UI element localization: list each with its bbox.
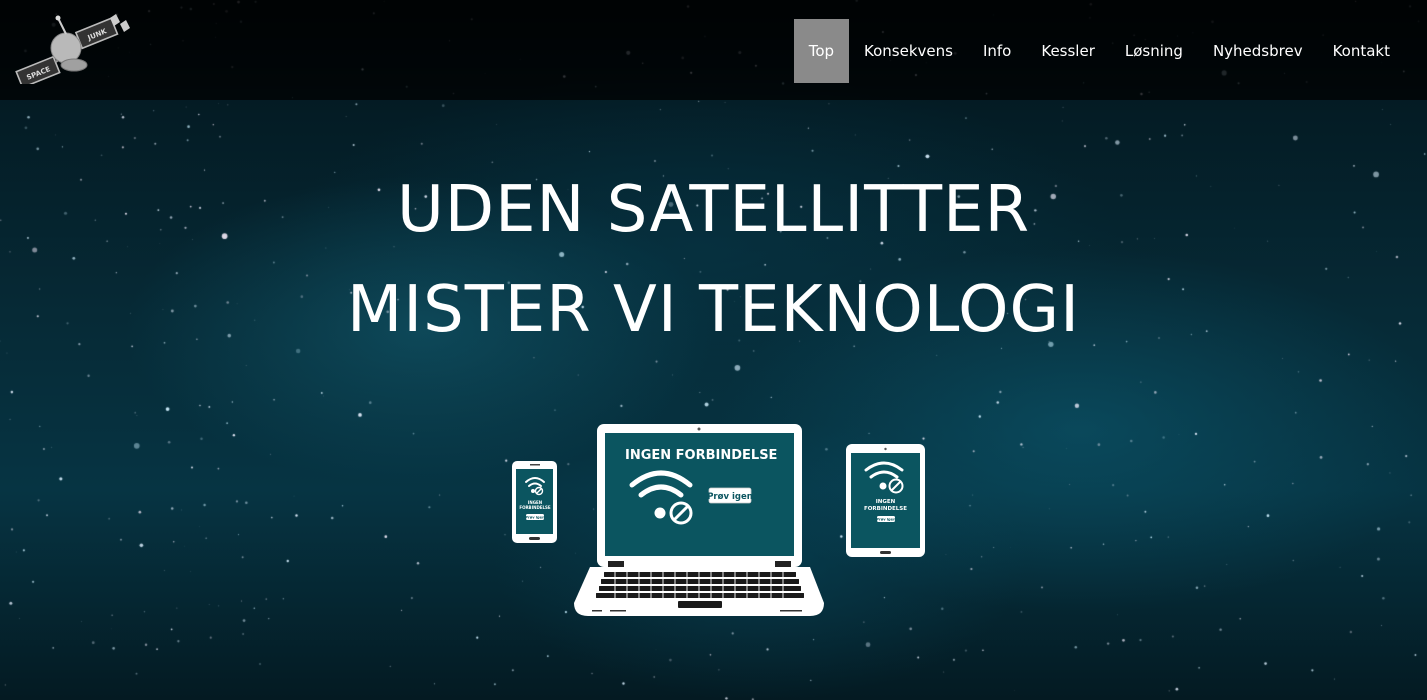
- nav-item-top[interactable]: Top: [793, 19, 850, 83]
- nav-item-konsekvens[interactable]: Konsekvens: [849, 19, 968, 83]
- phone-message-line2: FORBINDELSE: [519, 505, 551, 510]
- nav-item-kessler[interactable]: Kessler: [1026, 19, 1110, 83]
- top-navigation-bar: SPACE JUNK Top Konsekvens Info Kessler L…: [0, 0, 1427, 100]
- nav-item-info[interactable]: Info: [968, 19, 1026, 83]
- headline-line-2: MISTER VI TEKNOLOGI: [346, 273, 1081, 347]
- hero-section: UDEN SATELLITTER MISTER VI TEKNOLOGI ING…: [0, 0, 1427, 700]
- phone-device: INGEN FORBINDELSE Prøv igen: [512, 461, 557, 543]
- space-junk-logo[interactable]: SPACE JUNK: [6, 12, 134, 84]
- devices-illustration: INGEN FORBINDELSE Prøv igen INGEN FORBIN…: [512, 424, 925, 616]
- phone-retry-button[interactable]: Prøv igen: [525, 516, 545, 520]
- laptop-retry-button[interactable]: Prøv igen: [707, 492, 753, 502]
- laptop-device: INGEN FORBINDELSE Prøv igen: [574, 424, 824, 616]
- main-nav: Top Konsekvens Info Kessler Løsning Nyhe…: [793, 19, 1405, 83]
- nav-item-kontakt[interactable]: Kontakt: [1318, 19, 1405, 83]
- headline-line-1: UDEN SATELLITTER: [396, 173, 1031, 247]
- nav-item-losning[interactable]: Løsning: [1110, 19, 1198, 83]
- tablet-message-line2: FORBINDELSE: [864, 506, 907, 512]
- nav-item-nyhedsbrev[interactable]: Nyhedsbrev: [1198, 19, 1318, 83]
- laptop-message: INGEN FORBINDELSE: [625, 448, 777, 463]
- tablet-message-line1: INGEN: [876, 499, 896, 505]
- tablet-device: INGEN FORBINDELSE Prøv igen: [846, 444, 925, 557]
- tablet-retry-button[interactable]: Prøv igen: [876, 518, 896, 522]
